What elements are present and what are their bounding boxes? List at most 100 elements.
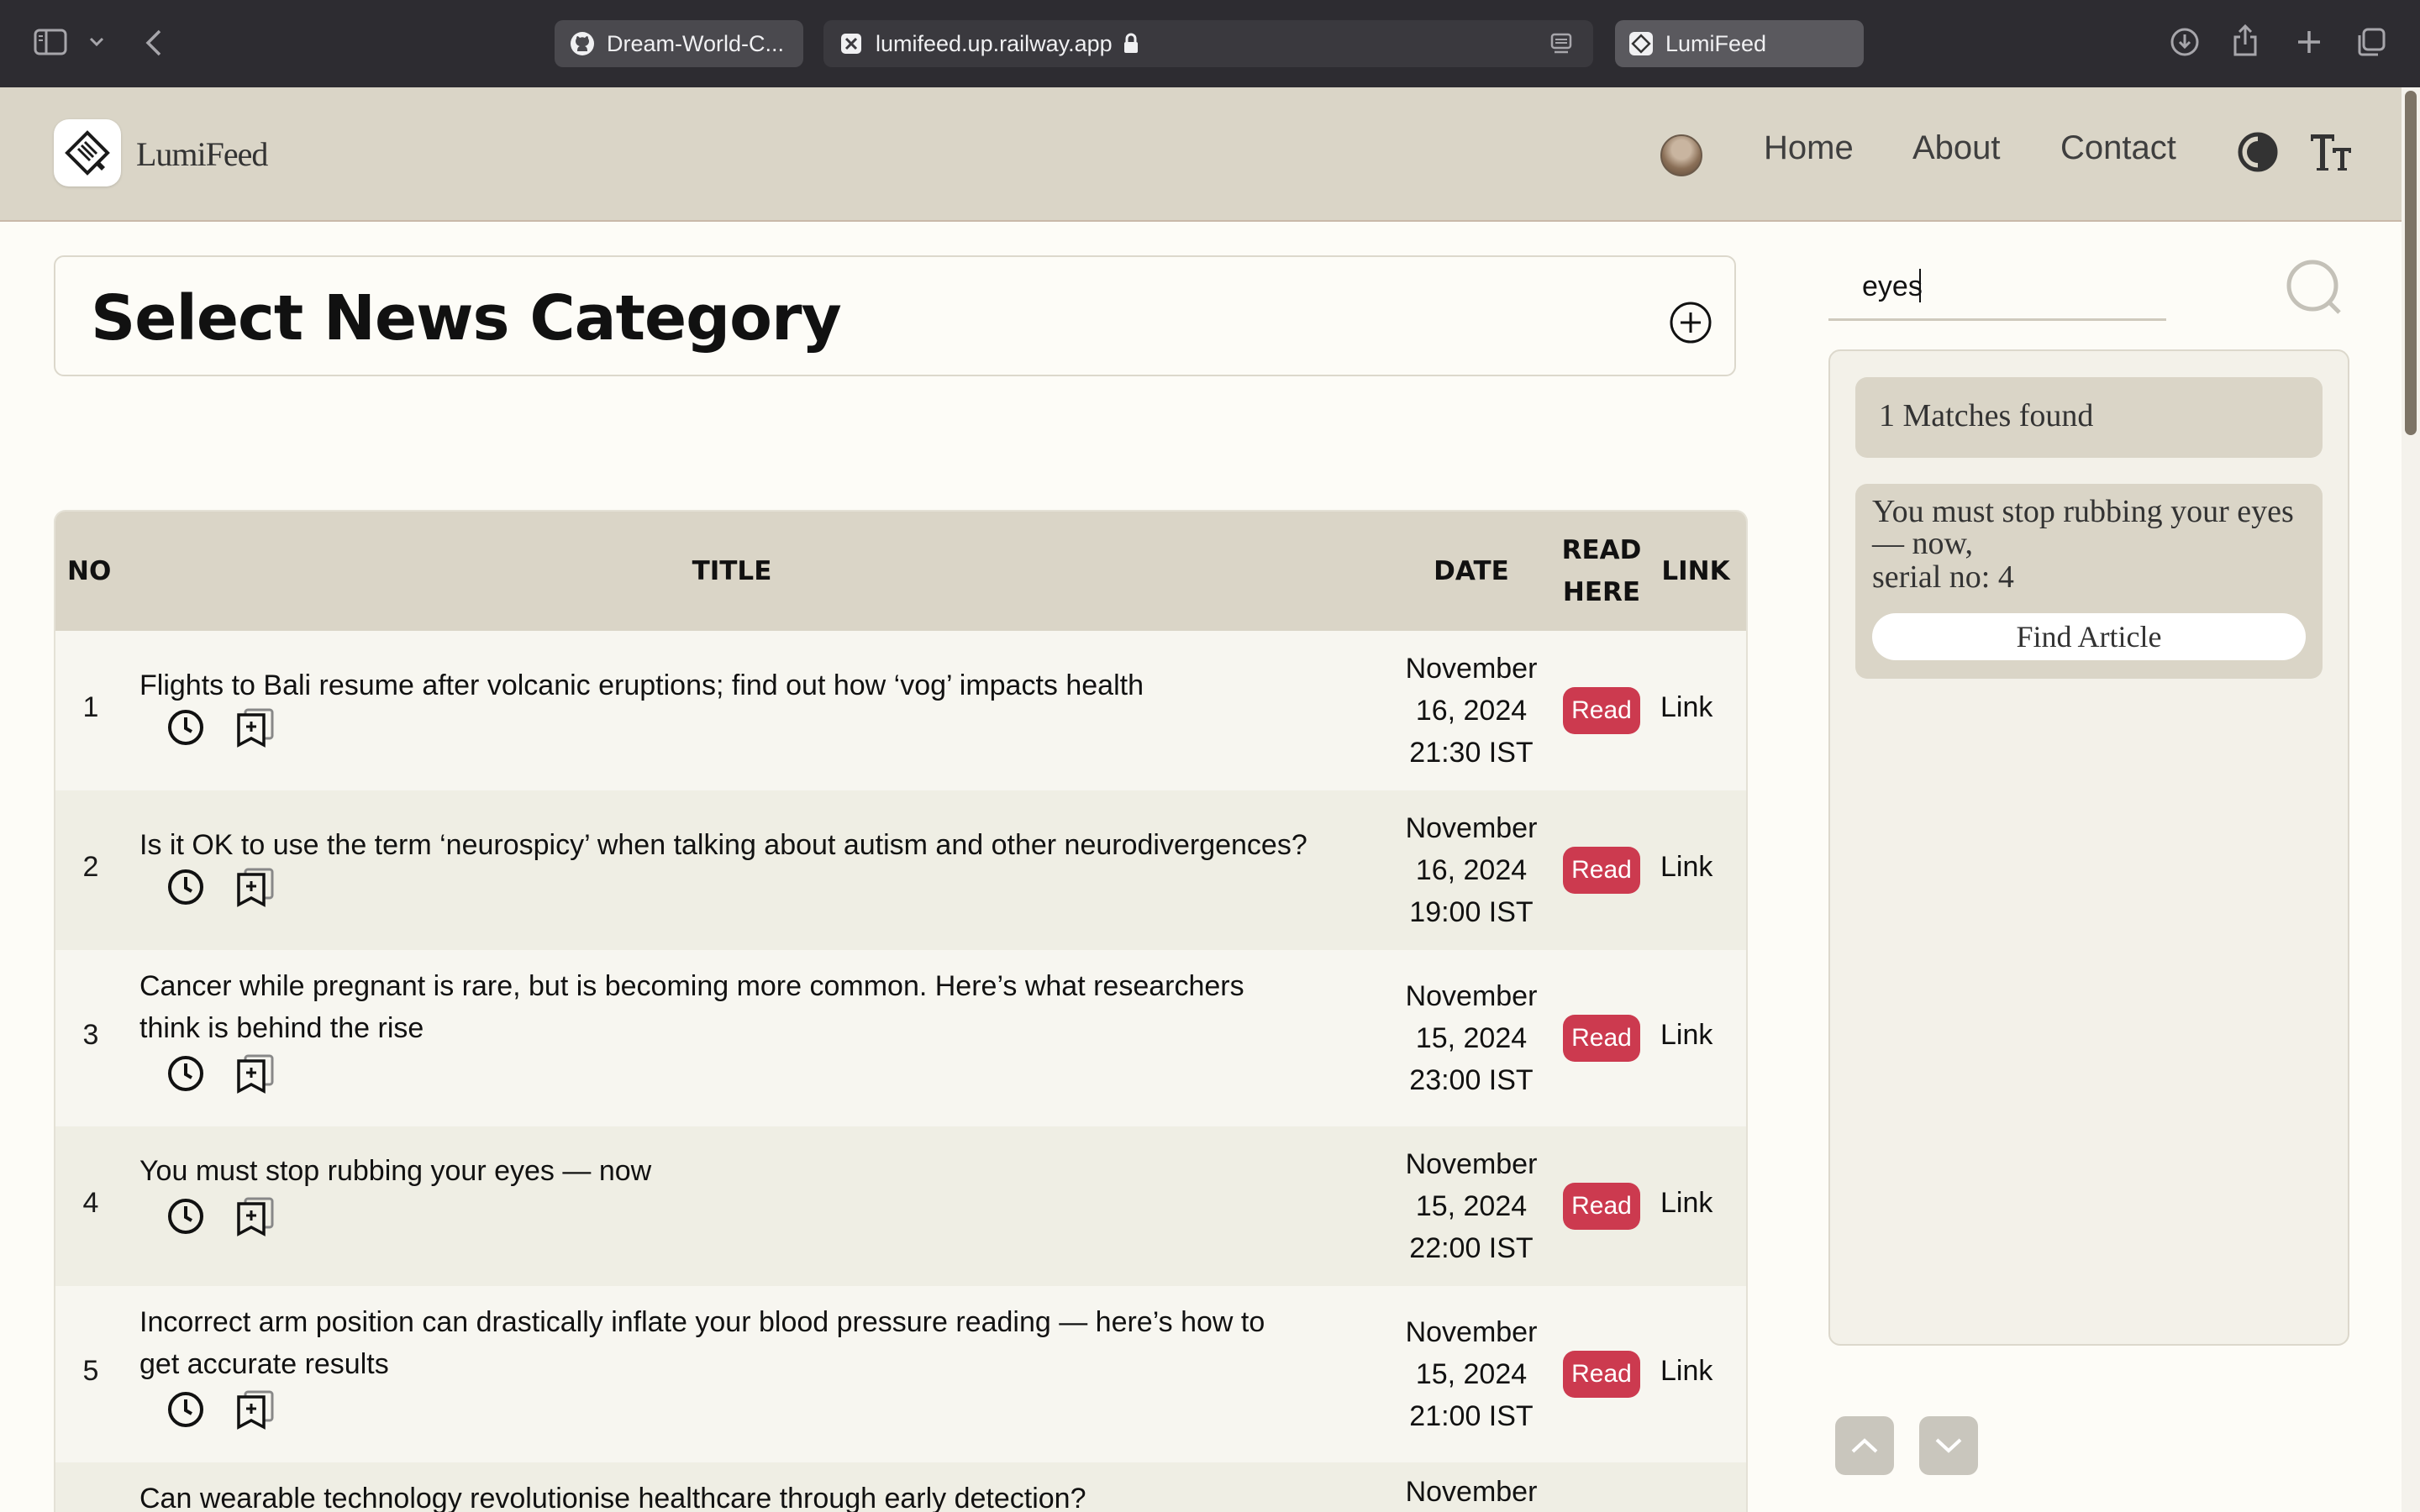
- scroll-down-button[interactable]: [1919, 1416, 1978, 1475]
- row-actions: [166, 706, 277, 748]
- brand-name[interactable]: LumiFeed: [136, 134, 268, 174]
- newspaper-logo-icon: [65, 130, 110, 176]
- sidebar-toggle-icon[interactable]: [34, 29, 67, 55]
- column-header-no: NO: [67, 556, 112, 586]
- column-header-title: TITLE: [692, 556, 772, 586]
- article-date: November: [1383, 1471, 1560, 1512]
- article-link[interactable]: Link: [1660, 1019, 1712, 1052]
- avatar[interactable]: [1660, 134, 1702, 176]
- article-link[interactable]: Link: [1660, 1187, 1712, 1220]
- share-icon[interactable]: [2232, 24, 2259, 57]
- contrast-toggle-icon[interactable]: [2237, 131, 2279, 173]
- date-month: November: [1405, 1316, 1538, 1348]
- article-title-line: get accurate results: [139, 1348, 389, 1380]
- date-month: November: [1405, 980, 1538, 1012]
- clock-icon[interactable]: [166, 1054, 205, 1093]
- result-title: You must stop rubbing your eyes — now,: [1872, 496, 2309, 559]
- chevron-down-icon: [1935, 1438, 1962, 1453]
- article-title: Flights to Bali resume after volcanic er…: [139, 669, 1144, 701]
- nav-home[interactable]: Home: [1764, 129, 1854, 167]
- result-serial: serial no: 4: [1872, 559, 2014, 595]
- article-link[interactable]: Link: [1660, 691, 1712, 724]
- tab-lumifeed[interactable]: LumiFeed: [1615, 20, 1864, 67]
- logo[interactable]: [54, 119, 121, 186]
- row-number: 1: [82, 691, 99, 723]
- date-day-year: 16, 2024: [1415, 854, 1528, 886]
- tab-github[interactable]: Dream-World-C...: [555, 20, 803, 67]
- back-icon[interactable]: [145, 29, 163, 57]
- bookmark-add-icon[interactable]: [235, 1053, 277, 1095]
- tab-overview-icon[interactable]: [2356, 27, 2386, 57]
- tab-label: LumiFeed: [1665, 30, 1767, 56]
- search-result-card: You must stop rubbing your eyes — now, s…: [1855, 484, 2323, 679]
- date-month: November: [1405, 812, 1538, 844]
- tab-address[interactable]: lumifeed.up.railway.app: [823, 20, 1593, 67]
- date-month: November: [1405, 653, 1538, 685]
- date-day-year: 15, 2024: [1415, 1358, 1528, 1390]
- column-header-read-line1: READ: [1561, 535, 1642, 565]
- row-actions: [166, 1195, 277, 1237]
- date-day-year: 15, 2024: [1415, 1022, 1528, 1054]
- article-title-line: think is behind the rise: [139, 1012, 424, 1044]
- reader-icon[interactable]: [1549, 32, 1573, 55]
- column-header-date: DATE: [1434, 556, 1509, 586]
- row-number: 3: [82, 1019, 99, 1051]
- table-row: 5 Incorrect arm position can drastically…: [55, 1286, 1746, 1462]
- clock-icon[interactable]: [166, 1390, 205, 1429]
- article-link[interactable]: Link: [1660, 1355, 1712, 1388]
- downloads-icon[interactable]: [2170, 27, 2200, 57]
- site-header: LumiFeed Home About Contact: [0, 87, 2402, 222]
- row-actions: [166, 1053, 277, 1095]
- date-time: 21:00 IST: [1409, 1400, 1534, 1432]
- bookmark-add-icon[interactable]: [235, 1195, 277, 1237]
- nav-about[interactable]: About: [1912, 129, 2001, 167]
- article-title-line: Incorrect arm position can drastically i…: [139, 1306, 1265, 1338]
- find-article-button[interactable]: Find Article: [1872, 613, 2306, 660]
- table-row: 4 You must stop rubbing your eyes — now …: [55, 1126, 1746, 1286]
- lock-icon: [1123, 33, 1139, 55]
- address-url: lumifeed.up.railway.app: [876, 30, 1113, 56]
- date-time: 19:00 IST: [1409, 896, 1534, 928]
- read-button[interactable]: Read: [1563, 1015, 1640, 1062]
- bookmark-add-icon[interactable]: [235, 1389, 277, 1431]
- clock-icon[interactable]: [166, 708, 205, 747]
- nav-contact[interactable]: Contact: [2060, 129, 2176, 167]
- column-header-link: LINK: [1661, 556, 1730, 586]
- row-actions: [166, 1389, 277, 1431]
- new-tab-icon[interactable]: [2296, 29, 2323, 55]
- read-button[interactable]: Read: [1563, 1183, 1640, 1230]
- chevron-down-icon[interactable]: [89, 37, 104, 47]
- read-button[interactable]: Read: [1563, 1351, 1640, 1398]
- article-title: You must stop rubbing your eyes — now: [139, 1155, 652, 1187]
- text-cursor: [1919, 269, 1921, 302]
- article-date: November 16, 2024 21:30 IST: [1383, 648, 1560, 774]
- favicon-x-icon: [839, 31, 864, 56]
- bookmark-add-icon[interactable]: [235, 706, 277, 748]
- article-date: November 15, 2024 22:00 IST: [1383, 1143, 1560, 1269]
- article-title: Incorrect arm position can drastically i…: [139, 1301, 1450, 1385]
- clock-icon[interactable]: [166, 1197, 205, 1236]
- scroll-up-button[interactable]: [1835, 1416, 1894, 1475]
- table-header: NO TITLE DATE READ HERE LINK: [55, 512, 1746, 631]
- lumifeed-favicon-icon: [1628, 31, 1654, 56]
- date-time: 21:30 IST: [1409, 737, 1534, 769]
- row-number: 4: [82, 1187, 99, 1219]
- category-selector[interactable]: Select News Category: [54, 255, 1736, 376]
- date-time: 22:00 IST: [1409, 1232, 1534, 1264]
- category-title: Select News Category: [91, 282, 842, 354]
- row-number: 2: [82, 851, 99, 883]
- search-icon[interactable]: [2284, 257, 2346, 319]
- read-button[interactable]: Read: [1563, 687, 1640, 734]
- date-time: 23:00 IST: [1409, 1064, 1534, 1096]
- bookmark-add-icon[interactable]: [235, 866, 277, 908]
- plus-circle-icon[interactable]: [1669, 301, 1712, 344]
- scrollbar-thumb[interactable]: [2405, 91, 2417, 435]
- text-size-icon[interactable]: [2309, 131, 2353, 171]
- clock-icon[interactable]: [166, 868, 205, 906]
- article-link[interactable]: Link: [1660, 851, 1712, 884]
- article-title: Cancer while pregnant is rare, but is be…: [139, 965, 1450, 1049]
- row-actions: [166, 866, 277, 908]
- date-day-year: 15, 2024: [1415, 1190, 1528, 1222]
- read-button[interactable]: Read: [1563, 847, 1640, 894]
- search-input[interactable]: [1828, 255, 2166, 321]
